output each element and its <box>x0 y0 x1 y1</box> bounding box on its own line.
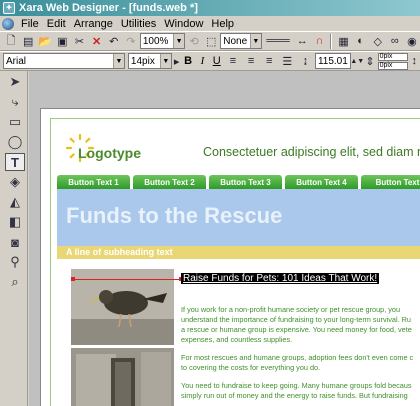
link-icon[interactable]: ∞ <box>387 33 403 50</box>
undo-icon[interactable]: ↶ <box>106 33 122 50</box>
fill-tool-icon[interactable]: ◈ <box>5 173 25 191</box>
menu-bar: File Edit Arrange Utilities Window Help <box>0 16 420 31</box>
nav-button-2[interactable]: Button Text 2 <box>133 175 206 189</box>
x-field[interactable]: 0pix <box>377 52 408 61</box>
spacing-icon[interactable]: ↨ <box>297 53 314 70</box>
tagline[interactable]: Consectetuer adipiscing elit, sed diam n… <box>203 145 420 159</box>
app-icon: ✦ <box>3 2 15 14</box>
align-center-icon[interactable]: ≡ <box>243 53 260 70</box>
bird-photo[interactable] <box>71 269 174 345</box>
arrowhead-icon[interactable]: ↔ <box>294 33 310 50</box>
align-left-icon[interactable]: ≡ <box>224 53 241 70</box>
selector-tool-icon[interactable]: ➤ <box>5 73 25 91</box>
article-headline[interactable]: Raise Funds for Pets: 101 Ideas That Wor… <box>181 273 380 284</box>
save-icon[interactable]: ▣ <box>54 33 70 50</box>
size-arrow-icon[interactable]: ▸ <box>173 53 181 70</box>
preview-icon[interactable]: ◉ <box>404 33 420 50</box>
menu-window[interactable]: Window <box>160 18 207 30</box>
width-spin-icon[interactable]: ▲▼ <box>350 53 364 70</box>
transparency-tool-icon[interactable]: ◭ <box>5 193 25 211</box>
fill-combo[interactable]: None ▼ <box>220 33 262 49</box>
photo-tool-icon[interactable]: ◙ <box>5 233 25 251</box>
menu-help[interactable]: Help <box>207 18 238 30</box>
zoom-prev-icon[interactable]: ⟲ <box>186 33 202 50</box>
link-tool-icon[interactable]: ⚲ <box>5 253 25 271</box>
rectangle-tool-icon[interactable]: ▭ <box>5 113 25 131</box>
italic-button[interactable]: I <box>196 53 209 69</box>
nav-button-3[interactable]: Button Text 3 <box>209 175 282 189</box>
title-bar: ✦ Xara Web Designer - [funds.web *] <box>0 0 420 16</box>
magnet-icon[interactable]: ∩ <box>311 33 327 50</box>
y-field[interactable]: 0pix <box>377 61 408 70</box>
zoom-page-icon[interactable]: ⬚ <box>203 33 219 50</box>
kern-icon[interactable]: ↕ <box>409 53 420 70</box>
color-gallery-icon[interactable]: ◐ <box>353 33 369 50</box>
paragraph-line[interactable]: expenses, and countless supplies. <box>181 335 292 345</box>
text-tool-icon[interactable]: T <box>5 153 25 171</box>
zoom-tool-icon[interactable]: ⌕ <box>5 273 25 291</box>
gallery-icon[interactable]: ▦ <box>335 33 351 50</box>
new-icon[interactable]: 🗋 <box>3 33 19 50</box>
nav-button-4[interactable]: Button Text 4 <box>285 175 358 189</box>
font-combo[interactable]: Arial ▼ <box>3 53 125 69</box>
nav-button-1[interactable]: Button Text 1 <box>57 175 130 189</box>
paragraph-line[interactable]: a rescue or humane group is expensive. Y… <box>181 325 412 335</box>
justify-icon[interactable]: ☰ <box>279 53 296 70</box>
menu-utilities[interactable]: Utilities <box>117 18 160 30</box>
paragraph-line[interactable]: You need to fundraise to keep going. Man… <box>181 381 412 391</box>
menu-file[interactable]: File <box>17 18 43 30</box>
menu-edit[interactable]: Edit <box>43 18 70 30</box>
paragraph-line[interactable]: to covering the costs for everything you… <box>181 363 320 373</box>
paragraph-line[interactable]: For most rescues and humane groups, adop… <box>181 353 413 363</box>
nav-bar: Button Text 1 Button Text 2 Button Text … <box>57 175 420 189</box>
window-title: Xara Web Designer - [funds.web *] <box>19 2 198 14</box>
line-width-icon[interactable]: ═══ <box>263 33 293 50</box>
ellipse-tool-icon[interactable]: ◯ <box>5 133 25 151</box>
shadow-tool-icon[interactable]: ◧ <box>5 213 25 231</box>
zoom-combo[interactable]: 100% ▼ <box>139 33 186 49</box>
document-icon[interactable] <box>2 17 14 30</box>
logotype[interactable]: Logotype <box>78 145 141 161</box>
line-spacing-icon[interactable]: ⇕ <box>363 53 376 70</box>
open-icon[interactable]: 📂 <box>37 33 53 50</box>
toolbar-separator <box>330 33 333 49</box>
paragraph-line[interactable]: understand the importance of fundraising… <box>181 315 411 325</box>
web-page[interactable]: Logotype Consectetuer adipiscing elit, s… <box>50 118 420 406</box>
door-photo[interactable] <box>71 348 174 406</box>
toolbox: ➤ ⤷ ▭ ◯ T ◈ ◭ ◧ ◙ ⚲ ⌕ <box>0 71 28 406</box>
width-field[interactable]: 115.01 <box>314 53 352 69</box>
bold-button[interactable]: B <box>181 53 194 69</box>
hero-banner[interactable]: Funds to the Rescue <box>57 189 420 246</box>
hero-title[interactable]: Funds to the Rescue <box>66 203 282 229</box>
underline-button[interactable]: U <box>210 53 223 69</box>
align-right-icon[interactable]: ≡ <box>261 53 278 70</box>
menu-arrange[interactable]: Arrange <box>70 18 117 30</box>
font-size-combo[interactable]: 14pix ▼ <box>127 53 172 69</box>
cut-icon[interactable]: ✂ <box>71 33 87 50</box>
text-selection-line <box>72 279 180 280</box>
layers-icon[interactable]: ◇ <box>370 33 386 50</box>
standard-toolbar: 🗋 ▤ 📂 ▣ ✂ ✕ ↶ ↷ 100% ▼ ⟲ ⬚ None ▼ ═══ ↔ ∩ … <box>0 31 420 51</box>
text-toolbar: Arial ▼ 14pix ▼ ▸ B I U ≡ ≡ ≡ ☰ ↨ 115.01 ▲… <box>0 51 420 71</box>
selection-handle-left[interactable] <box>71 277 75 281</box>
shape-editor-tool-icon[interactable]: ⤷ <box>5 93 25 111</box>
new-template-icon[interactable]: ▤ <box>20 33 36 50</box>
paragraph-line[interactable]: simply run out of money and the energy t… <box>181 391 408 401</box>
delete-icon[interactable]: ✕ <box>89 33 105 50</box>
nav-button-5[interactable]: Button Text <box>361 175 420 189</box>
redo-icon[interactable]: ↷ <box>123 33 139 50</box>
subheading-bar[interactable]: A line of subheading text <box>57 246 420 259</box>
app-window: ✦ Xara Web Designer - [funds.web *] File… <box>0 0 420 406</box>
paragraph-line[interactable]: If you work for a non-profit humane soci… <box>181 305 400 315</box>
